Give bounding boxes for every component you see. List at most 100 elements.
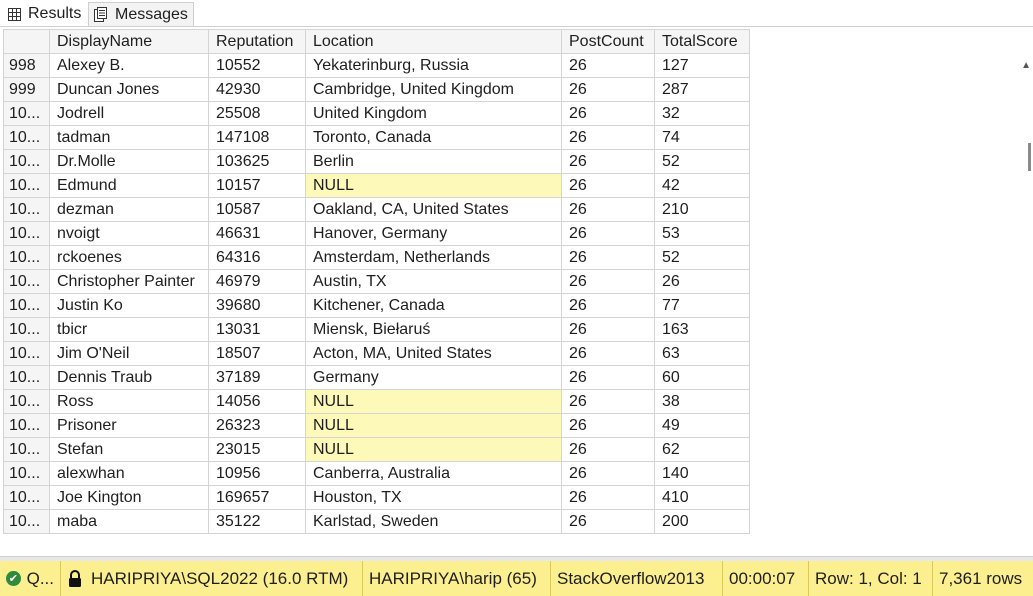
table-row[interactable]: 10... Dennis Traub 37189 Germany 26 60 xyxy=(3,365,750,390)
table-row[interactable]: 10... dezman 10587 Oakland, CA, United Stat… xyxy=(3,197,750,222)
cell-displayname[interactable]: Prisoner xyxy=(49,413,209,438)
cell-displayname[interactable]: Joe Kington xyxy=(49,485,209,510)
cell-postcount[interactable]: 26 xyxy=(561,437,655,462)
column-header-location[interactable]: Location xyxy=(305,29,562,54)
cell-totalscore[interactable]: 42 xyxy=(654,173,750,198)
table-row[interactable]: 10... Dr.Molle 103625 Berlin 26 52 xyxy=(3,149,750,174)
table-row[interactable]: 10... alexwhan 10956 Canberra, Australia 26 1… xyxy=(3,461,750,486)
cell-totalscore[interactable]: 140 xyxy=(654,461,750,486)
cell-postcount[interactable]: 26 xyxy=(561,485,655,510)
column-header-postcount[interactable]: PostCount xyxy=(561,29,655,54)
row-number[interactable]: 10... xyxy=(3,365,50,390)
row-number[interactable]: 10... xyxy=(3,221,50,246)
cell-reputation[interactable]: 147108 xyxy=(208,125,306,150)
cell-reputation[interactable]: 10552 xyxy=(208,53,306,78)
cell-postcount[interactable]: 26 xyxy=(561,173,655,198)
cell-postcount[interactable]: 26 xyxy=(561,221,655,246)
cell-displayname[interactable]: Christopher Painter xyxy=(49,269,209,294)
row-number[interactable]: 10... xyxy=(3,509,50,534)
cell-location[interactable]: Acton, MA, United States xyxy=(305,341,562,366)
cell-postcount[interactable]: 26 xyxy=(561,389,655,414)
cell-location[interactable]: Berlin xyxy=(305,149,562,174)
cell-reputation[interactable]: 23015 xyxy=(208,437,306,462)
vertical-scrollbar-thumb[interactable] xyxy=(1028,143,1031,171)
row-number[interactable]: 10... xyxy=(3,101,50,126)
cell-totalscore[interactable]: 38 xyxy=(654,389,750,414)
cell-location[interactable]: NULL xyxy=(305,389,562,414)
cell-location[interactable]: Toronto, Canada xyxy=(305,125,562,150)
table-row[interactable]: 10... nvoigt 46631 Hanover, Germany 26 53 xyxy=(3,221,750,246)
table-row[interactable]: 10... Edmund 10157 NULL 26 42 xyxy=(3,173,750,198)
cell-postcount[interactable]: 26 xyxy=(561,317,655,342)
cell-reputation[interactable]: 42930 xyxy=(208,77,306,102)
row-number[interactable]: 10... xyxy=(3,149,50,174)
row-number[interactable]: 10... xyxy=(3,413,50,438)
cell-location[interactable]: United Kingdom xyxy=(305,101,562,126)
cell-postcount[interactable]: 26 xyxy=(561,245,655,270)
cell-displayname[interactable]: Alexey B. xyxy=(49,53,209,78)
cell-reputation[interactable]: 18507 xyxy=(208,341,306,366)
cell-displayname[interactable]: Jodrell xyxy=(49,101,209,126)
cell-postcount[interactable]: 26 xyxy=(561,149,655,174)
corner-cell[interactable] xyxy=(3,29,50,54)
cell-displayname[interactable]: Ross xyxy=(49,389,209,414)
cell-totalscore[interactable]: 200 xyxy=(654,509,750,534)
cell-location[interactable]: NULL xyxy=(305,173,562,198)
cell-location[interactable]: Cambridge, United Kingdom xyxy=(305,77,562,102)
cell-postcount[interactable]: 26 xyxy=(561,197,655,222)
table-row[interactable]: 10... Prisoner 26323 NULL 26 49 xyxy=(3,413,750,438)
table-row[interactable]: 10... tadman 147108 Toronto, Canada 26 74 xyxy=(3,125,750,150)
cell-totalscore[interactable]: 77 xyxy=(654,293,750,318)
cell-location[interactable]: Hanover, Germany xyxy=(305,221,562,246)
row-number[interactable]: 10... xyxy=(3,317,50,342)
scroll-up-arrow-icon[interactable]: ▲ xyxy=(1021,60,1031,71)
cell-totalscore[interactable]: 32 xyxy=(654,101,750,126)
cell-totalscore[interactable]: 49 xyxy=(654,413,750,438)
cell-reputation[interactable]: 64316 xyxy=(208,245,306,270)
cell-displayname[interactable]: Dr.Molle xyxy=(49,149,209,174)
cell-displayname[interactable]: Jim O'Neil xyxy=(49,341,209,366)
cell-displayname[interactable]: Edmund xyxy=(49,173,209,198)
table-row[interactable]: 999 Duncan Jones 42930 Cambridge, United Ki… xyxy=(3,77,750,102)
cell-totalscore[interactable]: 62 xyxy=(654,437,750,462)
cell-postcount[interactable]: 26 xyxy=(561,101,655,126)
table-row[interactable]: 10... Jim O'Neil 18507 Acton, MA, United St… xyxy=(3,341,750,366)
cell-reputation[interactable]: 10956 xyxy=(208,461,306,486)
cell-location[interactable]: Miensk, Biełaruś xyxy=(305,317,562,342)
cell-reputation[interactable]: 46631 xyxy=(208,221,306,246)
cell-totalscore[interactable]: 60 xyxy=(654,365,750,390)
column-header-reputation[interactable]: Reputation xyxy=(208,29,306,54)
row-number[interactable]: 10... xyxy=(3,461,50,486)
table-row[interactable]: 10... Joe Kington 169657 Houston, TX 26 410 xyxy=(3,485,750,510)
cell-displayname[interactable]: alexwhan xyxy=(49,461,209,486)
cell-reputation[interactable]: 10587 xyxy=(208,197,306,222)
row-number[interactable]: 10... xyxy=(3,485,50,510)
cell-postcount[interactable]: 26 xyxy=(561,53,655,78)
cell-location[interactable]: Austin, TX xyxy=(305,269,562,294)
cell-reputation[interactable]: 39680 xyxy=(208,293,306,318)
cell-reputation[interactable]: 46979 xyxy=(208,269,306,294)
tab-results[interactable]: Results xyxy=(2,2,88,26)
cell-location[interactable]: NULL xyxy=(305,413,562,438)
row-number[interactable]: 999 xyxy=(3,77,50,102)
cell-displayname[interactable]: Justin Ko xyxy=(49,293,209,318)
cell-totalscore[interactable]: 52 xyxy=(654,149,750,174)
table-row[interactable]: 10... tbicr 13031 Miensk, Biełaruś 26 163 xyxy=(3,317,750,342)
cell-reputation[interactable]: 35122 xyxy=(208,509,306,534)
cell-postcount[interactable]: 26 xyxy=(561,293,655,318)
cell-displayname[interactable]: Dennis Traub xyxy=(49,365,209,390)
cell-reputation[interactable]: 26323 xyxy=(208,413,306,438)
cell-totalscore[interactable]: 127 xyxy=(654,53,750,78)
cell-reputation[interactable]: 169657 xyxy=(208,485,306,510)
row-number[interactable]: 10... xyxy=(3,269,50,294)
cell-reputation[interactable]: 10157 xyxy=(208,173,306,198)
cell-location[interactable]: Kitchener, Canada xyxy=(305,293,562,318)
column-header-totalscore[interactable]: TotalScore xyxy=(654,29,750,54)
row-number[interactable]: 10... xyxy=(3,437,50,462)
table-row[interactable]: 10... Stefan 23015 NULL 26 62 xyxy=(3,437,750,462)
cell-totalscore[interactable]: 287 xyxy=(654,77,750,102)
cell-displayname[interactable]: nvoigt xyxy=(49,221,209,246)
cell-reputation[interactable]: 103625 xyxy=(208,149,306,174)
cell-totalscore[interactable]: 163 xyxy=(654,317,750,342)
row-number[interactable]: 10... xyxy=(3,125,50,150)
